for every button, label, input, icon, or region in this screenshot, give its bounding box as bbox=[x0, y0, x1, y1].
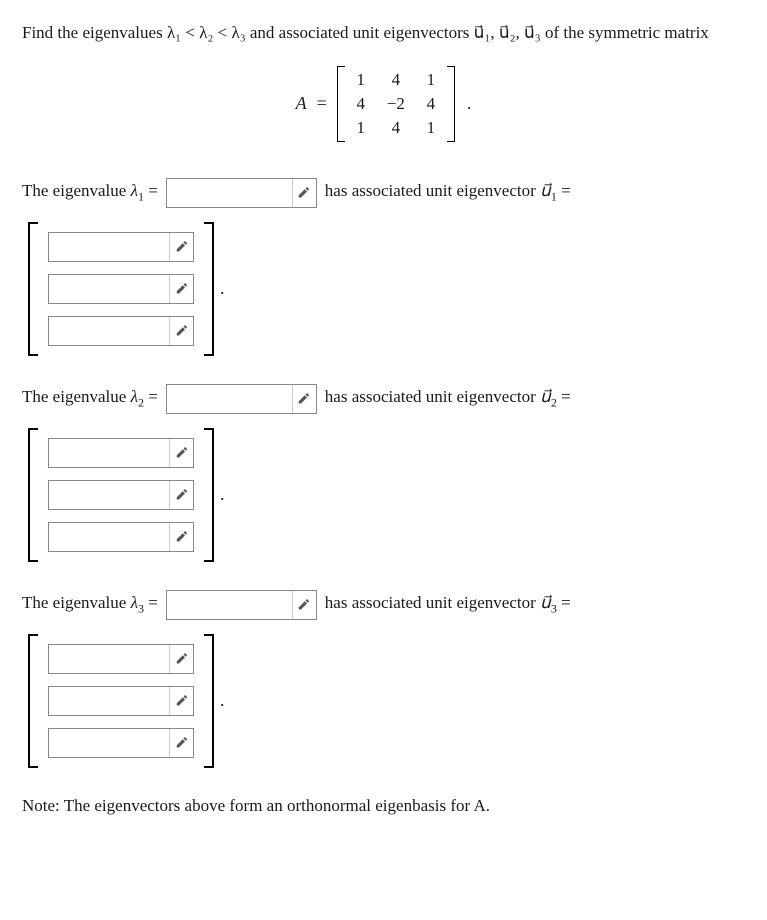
eigenvalue-label: The eigenvalue λ1 = bbox=[22, 181, 158, 204]
input-field[interactable] bbox=[49, 687, 169, 715]
eq-text: = bbox=[144, 387, 158, 406]
matrix-cell: 4 bbox=[423, 94, 439, 114]
matrix-cell: 4 bbox=[387, 70, 405, 90]
input-field[interactable] bbox=[49, 523, 169, 551]
vector-column bbox=[38, 428, 204, 562]
pencil-dropdown-icon[interactable] bbox=[169, 481, 193, 509]
label-pre: The eigenvalue bbox=[22, 387, 131, 406]
bracket-left bbox=[28, 428, 38, 562]
bracket-right bbox=[447, 66, 455, 142]
eigenvector-block-3: . bbox=[28, 634, 745, 768]
matrix-period: . bbox=[467, 93, 472, 114]
ueq-text: = bbox=[557, 593, 571, 612]
lambda-symbol: λ bbox=[131, 387, 138, 406]
matrix-display: A = 1 4 1 4 −2 4 1 4 1 . bbox=[22, 66, 745, 142]
vector-input[interactable] bbox=[48, 316, 194, 346]
bracket-left bbox=[28, 222, 38, 356]
vector-input[interactable] bbox=[48, 274, 194, 304]
eigenvector-label: has associated unit eigenvector u⃗3 = bbox=[325, 593, 571, 616]
pencil-dropdown-icon[interactable] bbox=[169, 275, 193, 303]
label-post: has associated unit eigenvector bbox=[325, 181, 540, 200]
eq-text: = bbox=[144, 593, 158, 612]
vector-input[interactable] bbox=[48, 644, 194, 674]
ueq-text: = bbox=[557, 387, 571, 406]
eigenvalue-row-2: The eigenvalue λ2 = has associated unit … bbox=[22, 384, 745, 414]
matrix-cell: 1 bbox=[423, 70, 439, 90]
vector-period: . bbox=[220, 484, 225, 505]
input-field[interactable] bbox=[167, 591, 292, 619]
lambda-symbol: λ bbox=[131, 593, 138, 612]
label-post: has associated unit eigenvector bbox=[325, 593, 540, 612]
matrix-cell: 1 bbox=[423, 118, 439, 138]
vector-input[interactable] bbox=[48, 728, 194, 758]
matrix-body: 1 4 1 4 −2 4 1 4 1 bbox=[345, 66, 447, 142]
pencil-dropdown-icon[interactable] bbox=[169, 645, 193, 673]
label-pre: The eigenvalue bbox=[22, 593, 131, 612]
pencil-dropdown-icon[interactable] bbox=[292, 385, 316, 413]
uvec-symbol: u⃗ bbox=[540, 387, 551, 406]
bracket-right bbox=[204, 222, 214, 356]
matrix-cell: 4 bbox=[353, 94, 369, 114]
eigenvalue-row-1: The eigenvalue λ1 = has associated unit … bbox=[22, 178, 745, 208]
eigenvector-label: has associated unit eigenvector u⃗1 = bbox=[325, 181, 571, 204]
uvec-symbol: u⃗ bbox=[540, 181, 551, 200]
eigenvalue-input-3[interactable] bbox=[166, 590, 317, 620]
vector-column bbox=[38, 222, 204, 356]
pencil-dropdown-icon[interactable] bbox=[169, 233, 193, 261]
matrix-brackets: 1 4 1 4 −2 4 1 4 1 bbox=[337, 66, 455, 142]
question-text: Find the eigenvalues λ₁ < λ₂ < λ₃ and as… bbox=[22, 20, 745, 46]
eq-text: = bbox=[144, 181, 158, 200]
eigenvector-label: has associated unit eigenvector u⃗2 = bbox=[325, 387, 571, 410]
pencil-dropdown-icon[interactable] bbox=[169, 317, 193, 345]
input-field[interactable] bbox=[49, 233, 169, 261]
vector-input[interactable] bbox=[48, 686, 194, 716]
eigenvalue-label: The eigenvalue λ2 = bbox=[22, 387, 158, 410]
vector-input[interactable] bbox=[48, 232, 194, 262]
input-field[interactable] bbox=[49, 481, 169, 509]
eigenvector-block-1: . bbox=[28, 222, 745, 356]
note-text: Note: The eigenvectors above form an ort… bbox=[22, 796, 745, 816]
matrix-cell: 1 bbox=[353, 70, 369, 90]
input-field[interactable] bbox=[49, 275, 169, 303]
input-field[interactable] bbox=[167, 385, 292, 413]
eigenvalue-label: The eigenvalue λ3 = bbox=[22, 593, 158, 616]
input-field[interactable] bbox=[49, 645, 169, 673]
input-field[interactable] bbox=[49, 439, 169, 467]
pencil-dropdown-icon[interactable] bbox=[292, 179, 316, 207]
pencil-dropdown-icon[interactable] bbox=[169, 523, 193, 551]
pencil-dropdown-icon[interactable] bbox=[292, 591, 316, 619]
vector-period: . bbox=[220, 690, 225, 711]
label-post: has associated unit eigenvector bbox=[325, 387, 540, 406]
bracket-left bbox=[337, 66, 345, 142]
ueq-text: = bbox=[557, 181, 571, 200]
label-pre: The eigenvalue bbox=[22, 181, 131, 200]
bracket-right bbox=[204, 428, 214, 562]
matrix-cell: −2 bbox=[387, 94, 405, 114]
vector-column bbox=[38, 634, 204, 768]
uvec-symbol: u⃗ bbox=[540, 593, 551, 612]
equals-sign: = bbox=[317, 93, 327, 114]
eigenvalue-input-2[interactable] bbox=[166, 384, 317, 414]
pencil-dropdown-icon[interactable] bbox=[169, 687, 193, 715]
pencil-dropdown-icon[interactable] bbox=[169, 729, 193, 757]
pencil-dropdown-icon[interactable] bbox=[169, 439, 193, 467]
input-field[interactable] bbox=[49, 729, 169, 757]
eigenvector-block-2: . bbox=[28, 428, 745, 562]
lambda-symbol: λ bbox=[131, 181, 138, 200]
input-field[interactable] bbox=[49, 317, 169, 345]
eigenvalue-row-3: The eigenvalue λ3 = has associated unit … bbox=[22, 590, 745, 620]
matrix-label: A bbox=[296, 93, 307, 114]
input-field[interactable] bbox=[167, 179, 292, 207]
question-intro: Find the eigenvalues λ₁ < λ₂ < λ₃ and as… bbox=[22, 23, 709, 42]
vector-input[interactable] bbox=[48, 480, 194, 510]
eigenvalue-input-1[interactable] bbox=[166, 178, 317, 208]
vector-input[interactable] bbox=[48, 522, 194, 552]
vector-input[interactable] bbox=[48, 438, 194, 468]
matrix-cell: 1 bbox=[353, 118, 369, 138]
matrix-cell: 4 bbox=[387, 118, 405, 138]
vector-period: . bbox=[220, 278, 225, 299]
bracket-left bbox=[28, 634, 38, 768]
bracket-right bbox=[204, 634, 214, 768]
